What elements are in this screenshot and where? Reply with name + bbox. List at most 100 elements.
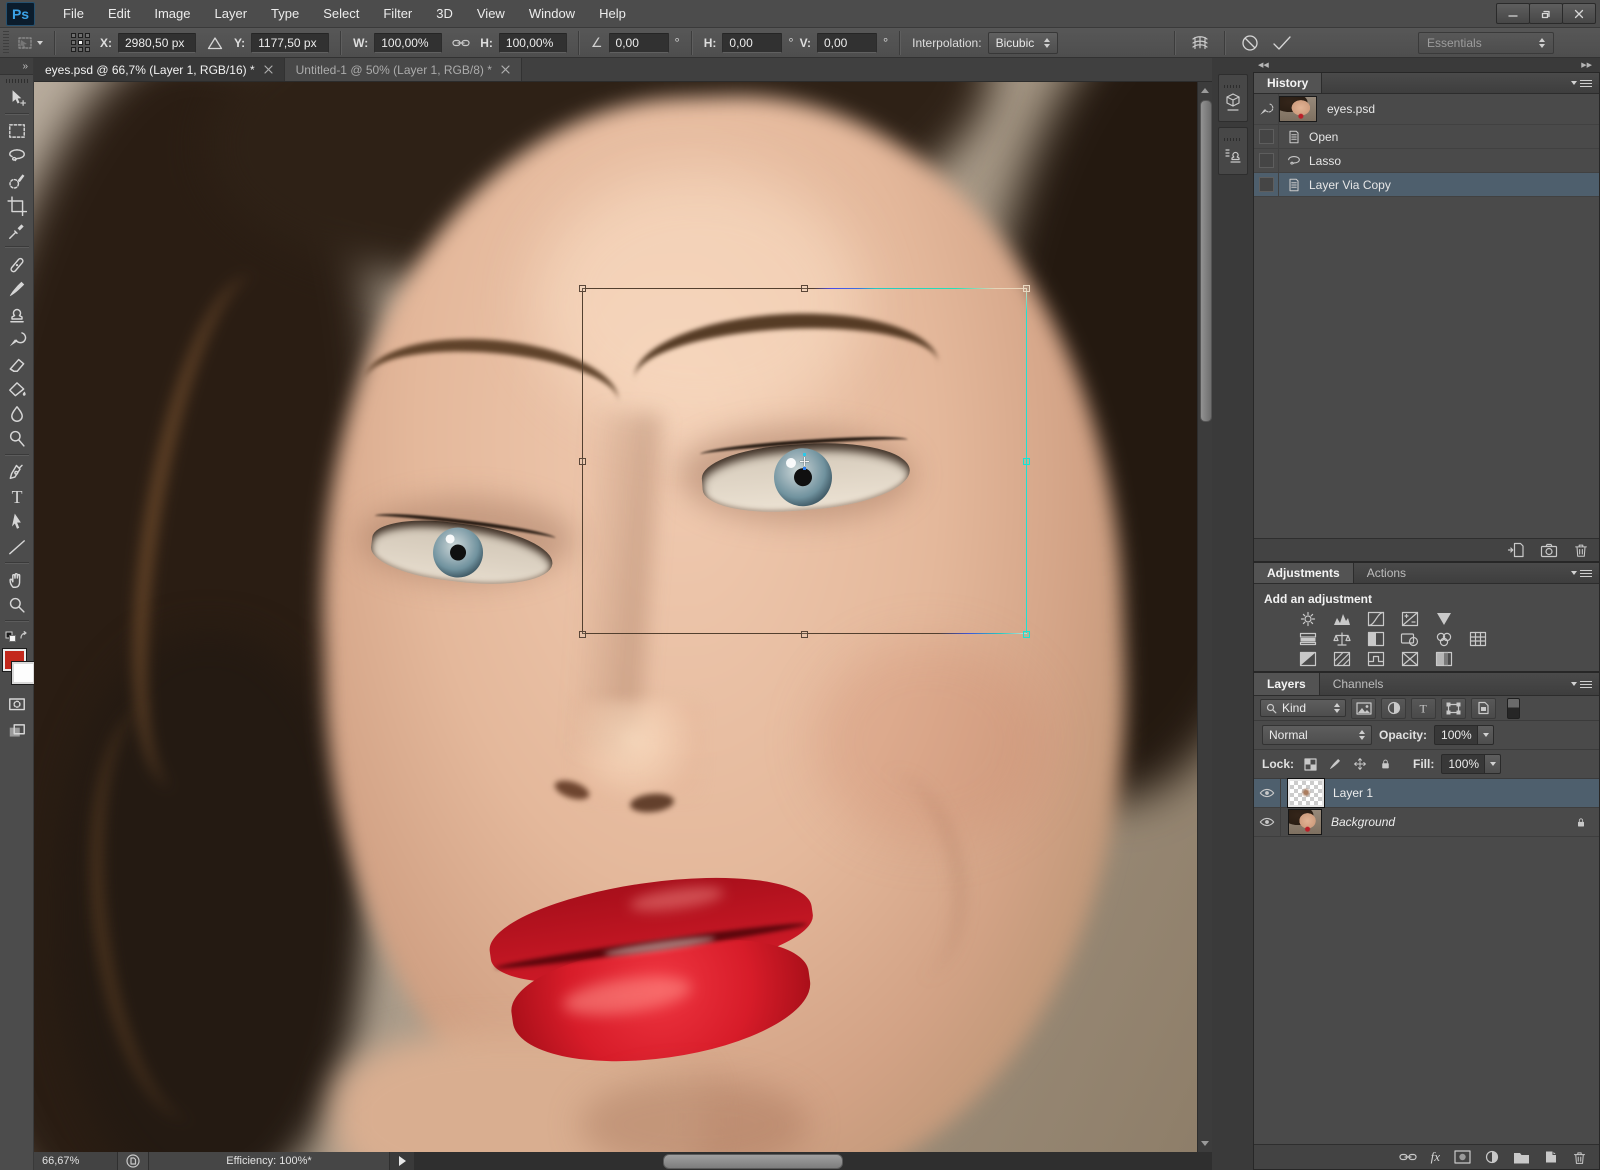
hue-saturation-icon[interactable] <box>1296 630 1320 648</box>
invert-icon[interactable] <box>1296 650 1320 668</box>
panel-menu-icon[interactable] <box>1571 563 1599 583</box>
transform-handle-bottom-left[interactable] <box>579 631 586 638</box>
transform-handle-bottom-center[interactable] <box>801 631 808 638</box>
path-selection-tool[interactable] <box>2 509 32 534</box>
vibrance-icon[interactable] <box>1432 610 1456 628</box>
collapse-to-icons-right[interactable]: ▶▶ <box>1581 61 1592 69</box>
history-state-layer-via-copy[interactable]: Layer Via Copy <box>1254 173 1599 197</box>
horizontal-scrollbar-thumb[interactable] <box>663 1154 843 1169</box>
layer-style-fx-icon[interactable]: fx <box>1431 1149 1440 1165</box>
relative-positioning-delta-icon[interactable] <box>202 32 228 54</box>
lasso-tool[interactable] <box>2 143 32 168</box>
cancel-transform-icon[interactable] <box>1237 32 1263 54</box>
menu-edit[interactable]: Edit <box>96 6 142 21</box>
menu-select[interactable]: Select <box>311 6 371 21</box>
blur-tool[interactable] <box>2 401 32 426</box>
black-and-white-icon[interactable] <box>1364 630 1388 648</box>
adjustment-layer-filter-icon[interactable] <box>1381 698 1406 719</box>
transform-handle-bottom-right[interactable] <box>1023 631 1030 638</box>
dodge-tool[interactable] <box>2 426 32 451</box>
minimize-button[interactable] <box>1496 3 1530 24</box>
new-group-folder-icon[interactable] <box>1513 1151 1530 1164</box>
document-tab-eyes-psd[interactable]: eyes.psd @ 66,7% (Layer 1, RGB/16) * <box>34 58 285 81</box>
screen-mode-button[interactable] <box>2 718 32 743</box>
visibility-eye-icon[interactable] <box>1254 808 1281 836</box>
tab-adjustments[interactable]: Adjustments <box>1254 563 1354 583</box>
move-tool[interactable] <box>2 85 32 110</box>
layer-thumbnail[interactable] <box>1288 779 1324 807</box>
workspace-switcher[interactable]: Essentials <box>1418 32 1554 54</box>
line-tool[interactable] <box>2 534 32 559</box>
exposure-icon[interactable] <box>1398 610 1422 628</box>
transform-handle-top-left[interactable] <box>579 285 586 292</box>
menu-type[interactable]: Type <box>259 6 311 21</box>
skew-h-input[interactable]: 0,00 <box>722 33 782 53</box>
default-and-swap-colors[interactable] <box>2 625 32 643</box>
lock-position-icon[interactable] <box>1351 755 1369 773</box>
height-input[interactable]: 100,00% <box>499 33 567 53</box>
opacity-dropdown-arrow[interactable] <box>1478 725 1494 745</box>
transform-reference-point[interactable] <box>800 457 809 466</box>
layer-name[interactable]: Background <box>1331 815 1395 829</box>
panel-menu-icon[interactable] <box>1571 73 1599 93</box>
link-layers-icon[interactable] <box>1399 1151 1417 1163</box>
lock-transparency-icon[interactable] <box>1301 755 1319 773</box>
properties-panel-icon[interactable] <box>1218 74 1248 122</box>
zoom-tool[interactable] <box>2 592 32 617</box>
fill-dropdown-arrow[interactable] <box>1485 754 1501 774</box>
transform-handle-middle-right[interactable] <box>1023 458 1030 465</box>
menu-layer[interactable]: Layer <box>203 6 260 21</box>
panel-menu-icon[interactable] <box>1571 673 1599 695</box>
layer-filter-kind-dropdown[interactable]: Kind <box>1260 699 1346 717</box>
tool-preset-picker[interactable] <box>17 32 43 54</box>
tab-layers[interactable]: Layers <box>1254 673 1320 695</box>
x-position-input[interactable]: 2980,50 px <box>118 33 196 53</box>
transform-handle-top-center[interactable] <box>801 285 808 292</box>
history-source-checkbox[interactable] <box>1254 173 1279 196</box>
history-state-open[interactable]: Open <box>1254 125 1599 149</box>
close-icon[interactable] <box>501 65 510 74</box>
layer-row-layer-1[interactable]: Layer 1 <box>1254 779 1599 808</box>
rotation-input[interactable]: 0,00 <box>609 33 669 53</box>
clone-stamp-tool[interactable] <box>2 301 32 326</box>
quick-selection-tool[interactable] <box>2 168 32 193</box>
close-button[interactable] <box>1562 3 1596 24</box>
adjustment-layer-icon[interactable] <box>1485 1150 1499 1164</box>
menu-window[interactable]: Window <box>517 6 587 21</box>
threshold-icon[interactable] <box>1364 650 1388 668</box>
menu-3d[interactable]: 3D <box>424 6 465 21</box>
menu-filter[interactable]: Filter <box>371 6 424 21</box>
interpolation-dropdown[interactable]: Bicubic <box>988 32 1059 54</box>
scroll-down-arrow-icon[interactable] <box>1201 1141 1209 1146</box>
pen-tool[interactable] <box>2 459 32 484</box>
delete-state-trash-icon[interactable] <box>1573 542 1589 558</box>
skew-v-input[interactable]: 0,00 <box>817 33 877 53</box>
history-brush-tool[interactable] <box>2 326 32 351</box>
menu-view[interactable]: View <box>465 6 517 21</box>
horizontal-type-tool[interactable]: T <box>2 484 32 509</box>
history-state-lasso[interactable]: Lasso <box>1254 149 1599 173</box>
document-tab-untitled-1[interactable]: Untitled-1 @ 50% (Layer 1, RGB/8) * <box>285 58 522 81</box>
layer-name[interactable]: Layer 1 <box>1333 786 1373 800</box>
vertical-scrollbar-thumb[interactable] <box>1200 100 1212 422</box>
eyedropper-tool[interactable] <box>2 218 32 243</box>
scroll-up-arrow-icon[interactable] <box>1201 88 1209 93</box>
menu-file[interactable]: File <box>51 6 96 21</box>
reference-point-locator[interactable] <box>71 33 90 52</box>
fill-value[interactable]: 100% <box>1441 754 1485 774</box>
curves-icon[interactable] <box>1364 610 1388 628</box>
status-options-arrow[interactable] <box>390 1152 415 1170</box>
efficiency-indicator[interactable]: Efficiency: 100%* <box>149 1152 390 1170</box>
photo-filter-icon[interactable] <box>1398 630 1422 648</box>
menu-help[interactable]: Help <box>587 6 638 21</box>
transform-handle-middle-left[interactable] <box>579 458 586 465</box>
horizontal-scrollbar[interactable] <box>415 1152 1212 1170</box>
opacity-value[interactable]: 100% <box>1434 725 1478 745</box>
clone-source-panel-icon[interactable] <box>1218 127 1248 175</box>
hand-tool[interactable] <box>2 567 32 592</box>
new-layer-icon[interactable] <box>1544 1150 1558 1164</box>
eraser-tool[interactable] <box>2 351 32 376</box>
gradient-paint-bucket-tool[interactable] <box>2 376 32 401</box>
type-layer-filter-icon[interactable]: T <box>1411 698 1436 719</box>
new-document-from-state-icon[interactable] <box>1507 542 1525 558</box>
